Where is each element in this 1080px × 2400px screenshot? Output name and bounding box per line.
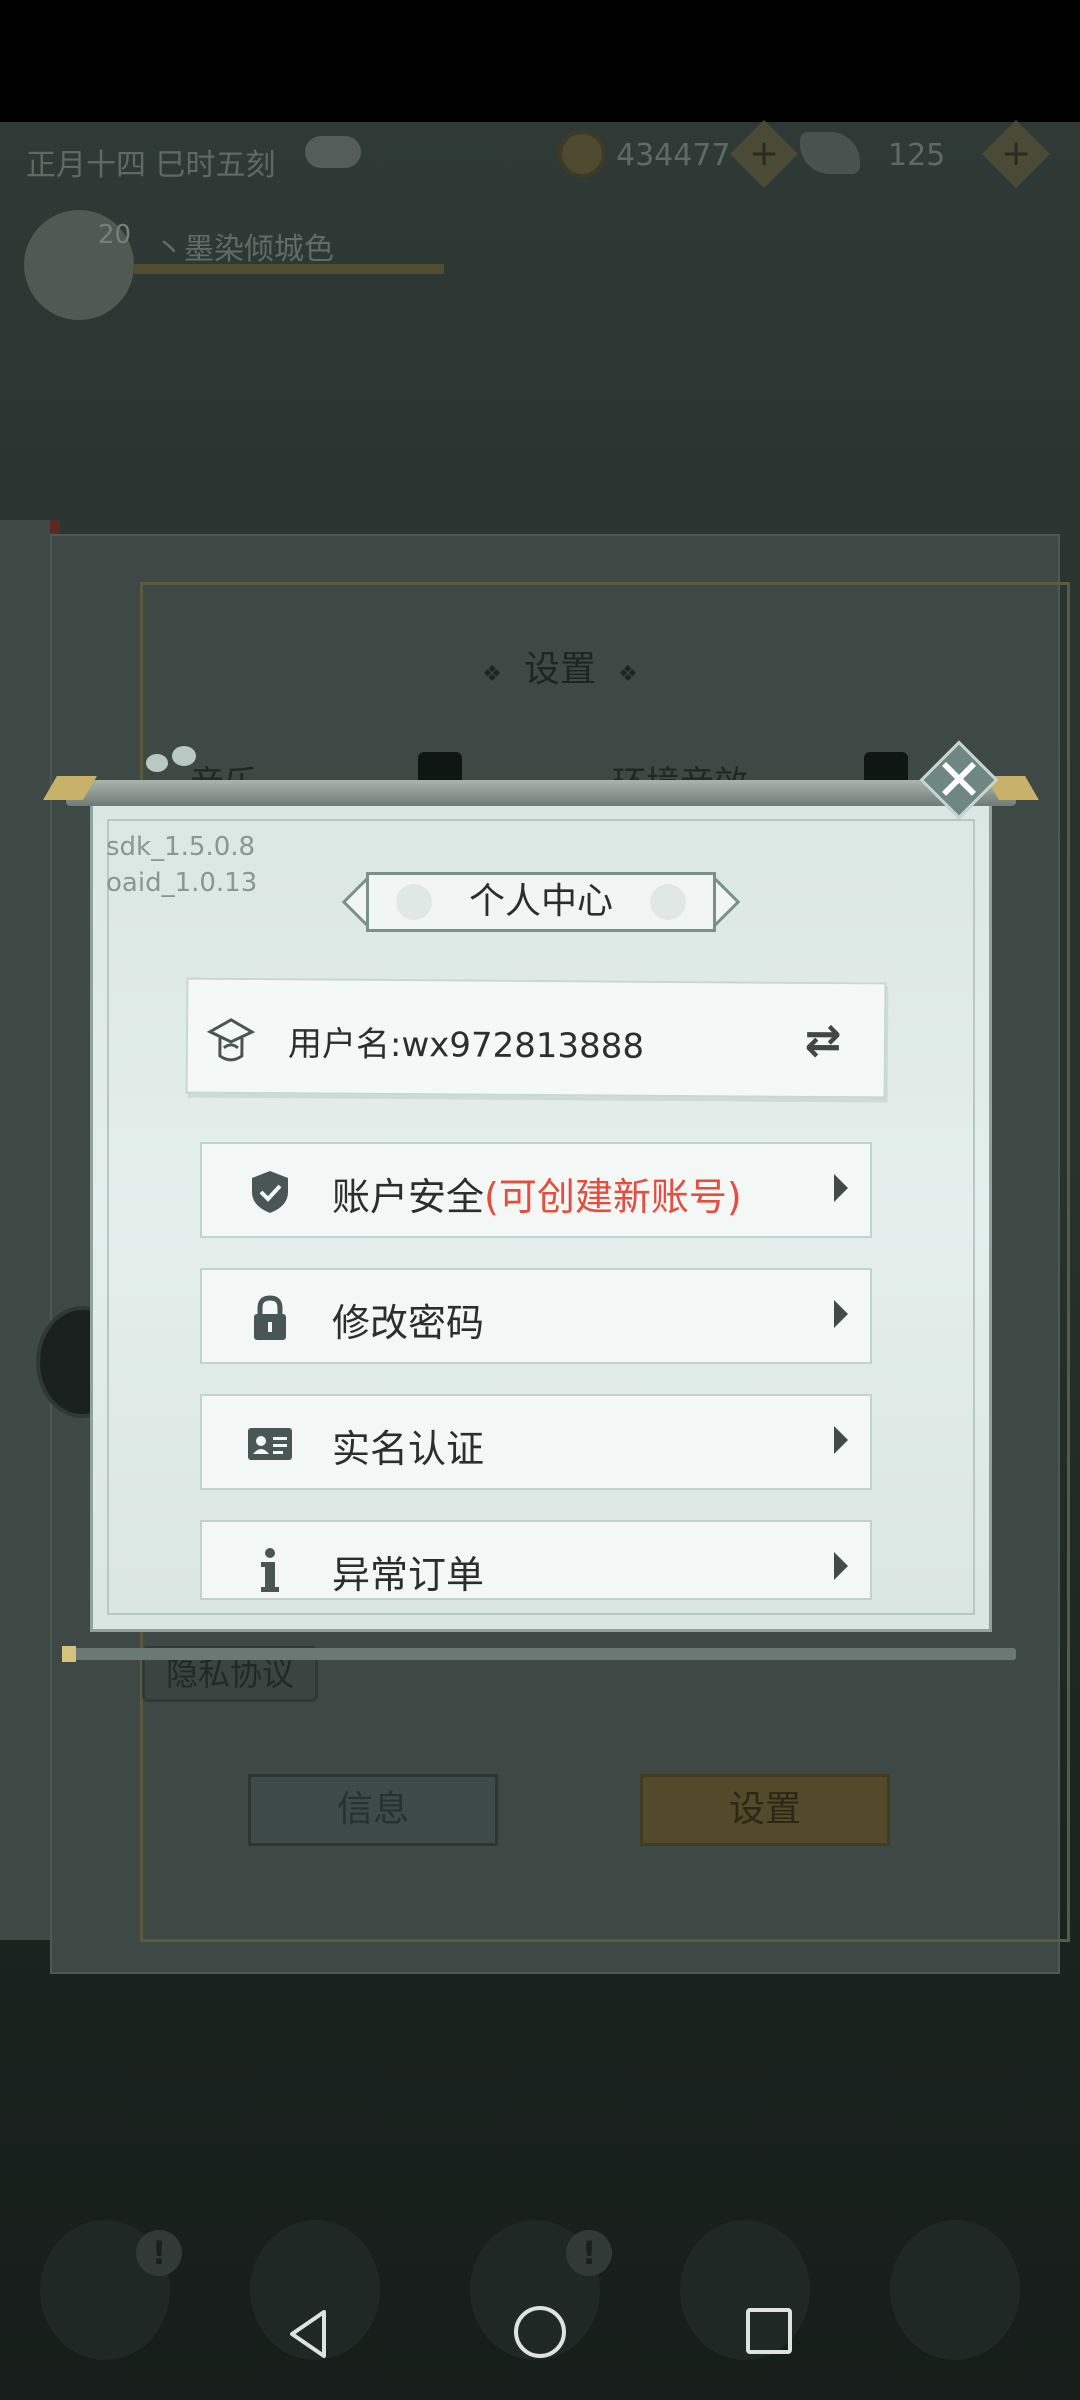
lock-icon: [254, 1295, 286, 1340]
switch-account-icon[interactable]: ⇄: [798, 1015, 848, 1066]
menu-item-real-name[interactable]: 实名认证: [200, 1394, 872, 1490]
dialog-bottom-rail: [62, 1646, 1016, 1662]
create-account-note: (可创建新账号): [484, 1175, 742, 1219]
menu-label: 账户安全(可创建新账号): [332, 1175, 742, 1219]
tab-info[interactable]: 信息: [248, 1774, 498, 1846]
username-text: 用户名:wx972813888: [287, 1024, 645, 1067]
coin-count: 434477: [616, 138, 731, 173]
menu-label: 修改密码: [332, 1301, 485, 1345]
menu-item-account-security[interactable]: 账户安全(可创建新账号): [200, 1142, 872, 1238]
home-icon[interactable]: [514, 2306, 566, 2358]
id-card-icon: [248, 1428, 292, 1460]
tab-settings[interactable]: 设置: [640, 1774, 890, 1846]
player-info[interactable]: 20 丶墨染倾城色: [14, 210, 494, 320]
status-bar: [0, 0, 1080, 122]
top-hud: 正月十四 巳时五刻 434477 + 125 +: [0, 120, 1080, 188]
menu-label: 实名认证: [332, 1427, 485, 1471]
sdk-version: sdk_1.5.0.8: [106, 832, 256, 862]
info-icon: [261, 1548, 279, 1592]
user-hat-icon: [206, 1018, 256, 1062]
settings-title: ❖ 设置 ❖: [482, 649, 638, 690]
dialog-title: 个人中心: [468, 881, 613, 922]
chevron-right-icon: [834, 1300, 848, 1328]
close-button[interactable]: ✕: [919, 740, 999, 820]
dialog-top-rail: [66, 780, 1016, 806]
system-nav-bar: [0, 2264, 1080, 2400]
add-coins-icon[interactable]: +: [730, 120, 798, 188]
experience-bar: [134, 264, 444, 274]
player-level: 20: [98, 220, 132, 250]
player-name: 丶墨染倾城色: [154, 232, 334, 267]
menu-label: 异常订单: [332, 1553, 485, 1597]
weather-cloud-icon: [305, 136, 361, 168]
username-card: 用户名:wx972813888 ⇄: [185, 977, 887, 1099]
bird-decoration-icon: [146, 744, 206, 784]
oaid-version: oaid_1.0.13: [106, 868, 258, 898]
close-icon: ✕: [934, 746, 984, 814]
menu-item-abnormal-orders[interactable]: 异常订单: [200, 1520, 872, 1600]
add-gems-icon[interactable]: +: [982, 120, 1050, 188]
dialog-title-plate: 个人中心: [341, 872, 741, 932]
recent-apps-icon[interactable]: [746, 2308, 792, 2354]
gem-count: 125: [888, 138, 946, 173]
chevron-right-icon: [834, 1552, 848, 1580]
personal-center-dialog: ✕ sdk_1.5.0.8 oaid_1.0.13 个人中心 用户名:wx972…: [62, 740, 1016, 1662]
chevron-right-icon: [834, 1426, 848, 1454]
coin-icon: [558, 130, 606, 178]
shield-check-icon: [252, 1171, 288, 1213]
game-date: 正月十四 巳时五刻: [26, 148, 276, 183]
menu-item-change-password[interactable]: 修改密码: [200, 1268, 872, 1364]
username-value: wx972813888: [401, 1025, 645, 1067]
gem-fan-icon: [800, 132, 860, 174]
chevron-right-icon: [834, 1174, 848, 1202]
back-icon[interactable]: [280, 2304, 340, 2364]
